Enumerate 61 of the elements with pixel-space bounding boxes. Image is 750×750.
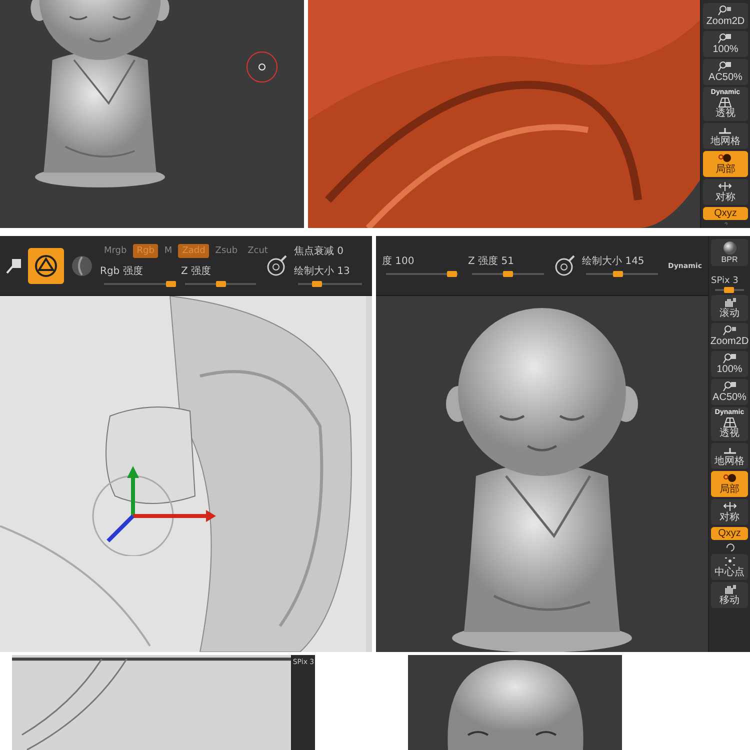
floor-icon [722,445,736,456]
brush-icon[interactable] [6,258,22,274]
stroke-icon[interactable] [266,254,288,276]
sphere-icon[interactable] [70,254,94,278]
magnifier-icon [718,5,732,16]
shelf-button[interactable]: 局部 [702,151,748,177]
slider-thumb[interactable] [503,271,514,277]
magnifier-icon [718,33,732,44]
symmetry-icon [722,501,736,512]
shelf-button[interactable]: Zoom2D [710,323,748,349]
brush-cursor-icon [245,50,279,84]
spix-label: SPix 3 [711,276,738,286]
shelf-button[interactable]: 100% [702,31,748,57]
mode-button[interactable]: Zsub [211,244,242,258]
shelf-button[interactable]: AC50% [702,59,748,85]
local-icon [718,153,732,164]
mode-button[interactable]: M [160,244,176,258]
magnifier-icon [718,61,732,72]
focal-shift-label: 焦点衰减 0 [294,244,345,258]
shelf-button[interactable]: 地网格 [710,443,748,469]
slider-label: Rgb 强度 [100,264,144,278]
slider-label: Z 强度 [181,264,212,278]
slider-thumb[interactable] [312,281,322,287]
shelf-button[interactable]: 地网格 [702,123,748,149]
slider-label: 绘制大小 13 [294,264,351,278]
standard-brush-button[interactable] [28,248,64,284]
grid-icon [722,417,736,428]
shelf-button[interactable]: Zoom2D [702,3,748,29]
mode-button[interactable]: Mrgb [100,244,131,258]
xyz-button[interactable]: Qxyz [702,207,748,220]
shelf-button[interactable]: 滚动 [710,295,748,321]
shelf-button[interactable]: 局部 [710,471,748,497]
slider-thumb[interactable] [166,281,176,287]
sphere-icon [722,241,738,255]
magnifier-icon [722,353,736,364]
slider-label: 度 100 [382,254,416,268]
slider-thumb[interactable] [613,271,624,277]
mode-button[interactable]: Zcut [244,244,272,258]
magnifier-icon [722,381,736,392]
shelf-button[interactable]: 移动 [710,582,748,608]
shelf-button[interactable]: 对称 [702,179,748,205]
symmetry-icon [718,181,732,192]
local-icon [722,473,736,484]
grid-icon [718,97,732,108]
shelf-button[interactable]: 对称 [710,499,748,525]
rotate-icon[interactable] [724,542,734,552]
slider-label: 绘制大小 145 [582,254,646,268]
spix-thumb[interactable] [724,287,734,293]
material-sphere-button[interactable]: BPR [710,239,748,266]
xyz-button[interactable]: Qxyz [710,527,748,540]
floor-icon [718,125,732,136]
slider-label: Z 强度 51 [468,254,515,268]
center-point-icon [722,556,736,567]
shelf-button[interactable]: 中心点 [710,554,748,580]
slider-thumb[interactable] [447,271,458,277]
slider-thumb[interactable] [216,281,226,287]
magnifier-icon [722,325,736,336]
brush-stroke-icon [34,254,58,278]
stroke-icon[interactable] [554,254,576,276]
shelf-button[interactable]: 100% [710,351,748,377]
shelf-button[interactable]: AC50% [710,379,748,405]
